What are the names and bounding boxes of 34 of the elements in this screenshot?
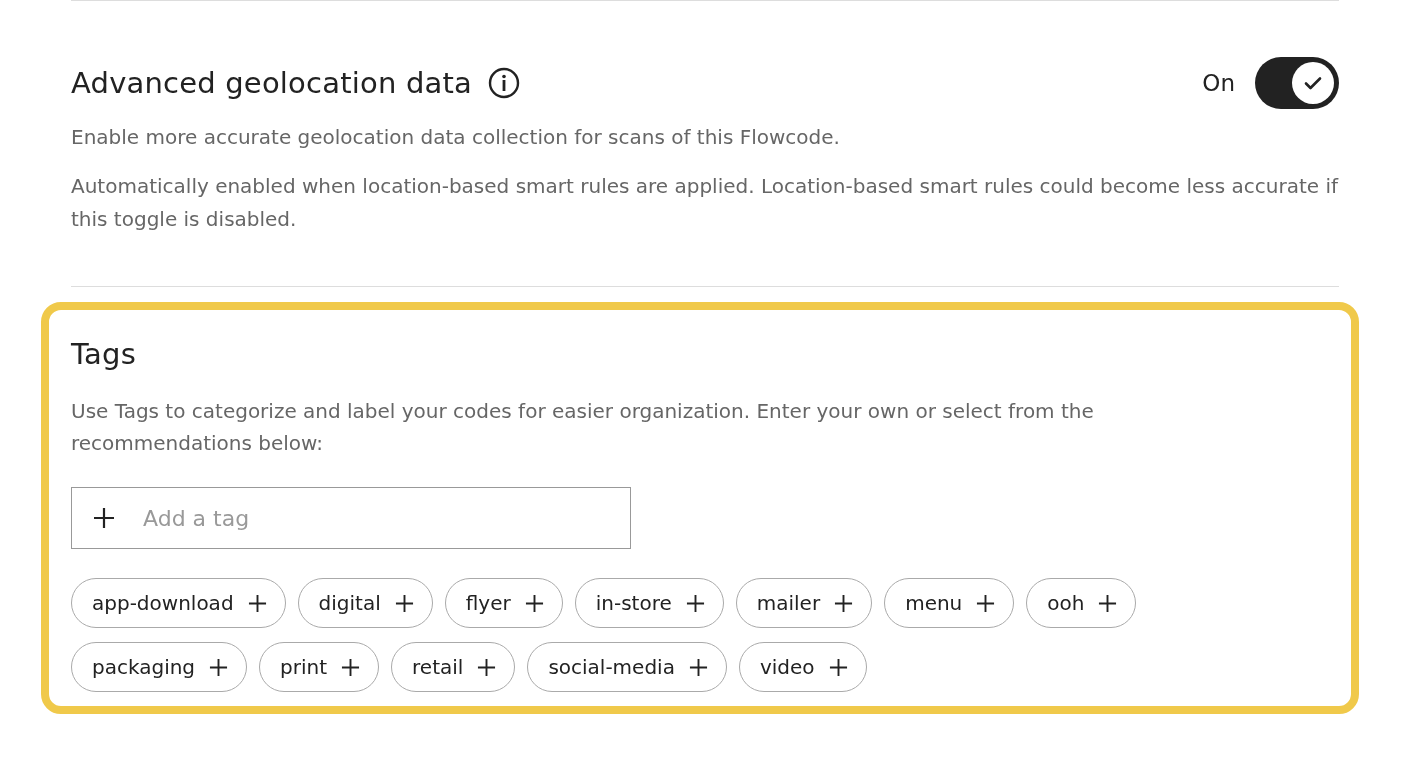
description: Use Tags to categorize and label your codes for easier organization. Enter your own or select from the recommendations below:: [71, 398, 1095, 457]
tag-chip[interactable]: packaging: [71, 642, 248, 692]
tag-chip[interactable]: flyer: [444, 578, 563, 628]
plus-icon: [976, 593, 996, 613]
plus-icon: [394, 593, 414, 613]
note: Automatically enabled when location-based smart rules are applied. Location-based smart rules could become less accurate if this toggle is disabled.: [71, 173, 1339, 233]
tag-chip[interactable]: digital: [297, 578, 433, 628]
tag-chip[interactable]: in-store: [574, 578, 724, 628]
tag-chip[interactable]: social-media: [527, 642, 727, 692]
info-icon[interactable]: [488, 67, 521, 99]
tag-input-field[interactable]: Add a tag: [71, 487, 631, 549]
tag-chip[interactable]: app-download: [71, 578, 286, 628]
tag-chip[interactable]: video: [738, 642, 867, 692]
tag-chip[interactable]: retail: [391, 642, 516, 692]
tag-chip[interactable]: menu: [884, 578, 1015, 628]
plus-icon: [688, 657, 708, 677]
section-title: Tags: [71, 337, 137, 371]
toggle-switch[interactable]: [1255, 57, 1339, 109]
plus-icon: [685, 593, 705, 613]
plus-icon: [477, 657, 497, 677]
plus-icon: [834, 593, 854, 613]
plus-icon: [209, 657, 229, 677]
tag-chip[interactable]: mailer: [735, 578, 873, 628]
tag-chip[interactable]: ooh: [1026, 578, 1137, 628]
toggle-label: On: [1202, 70, 1235, 96]
plus-icon: [524, 593, 544, 613]
plus-icon: [1098, 593, 1118, 613]
plus-icon: [92, 506, 116, 530]
section-title: Advanced geolocation data: [71, 66, 473, 100]
plus-icon: [247, 593, 267, 613]
plus-icon: [828, 657, 848, 677]
tag-chip[interactable]: print: [259, 642, 380, 692]
description: Enable more accurate geolocation data collection for scans of this Flowcode.: [71, 124, 841, 151]
plus-icon: [341, 657, 361, 677]
